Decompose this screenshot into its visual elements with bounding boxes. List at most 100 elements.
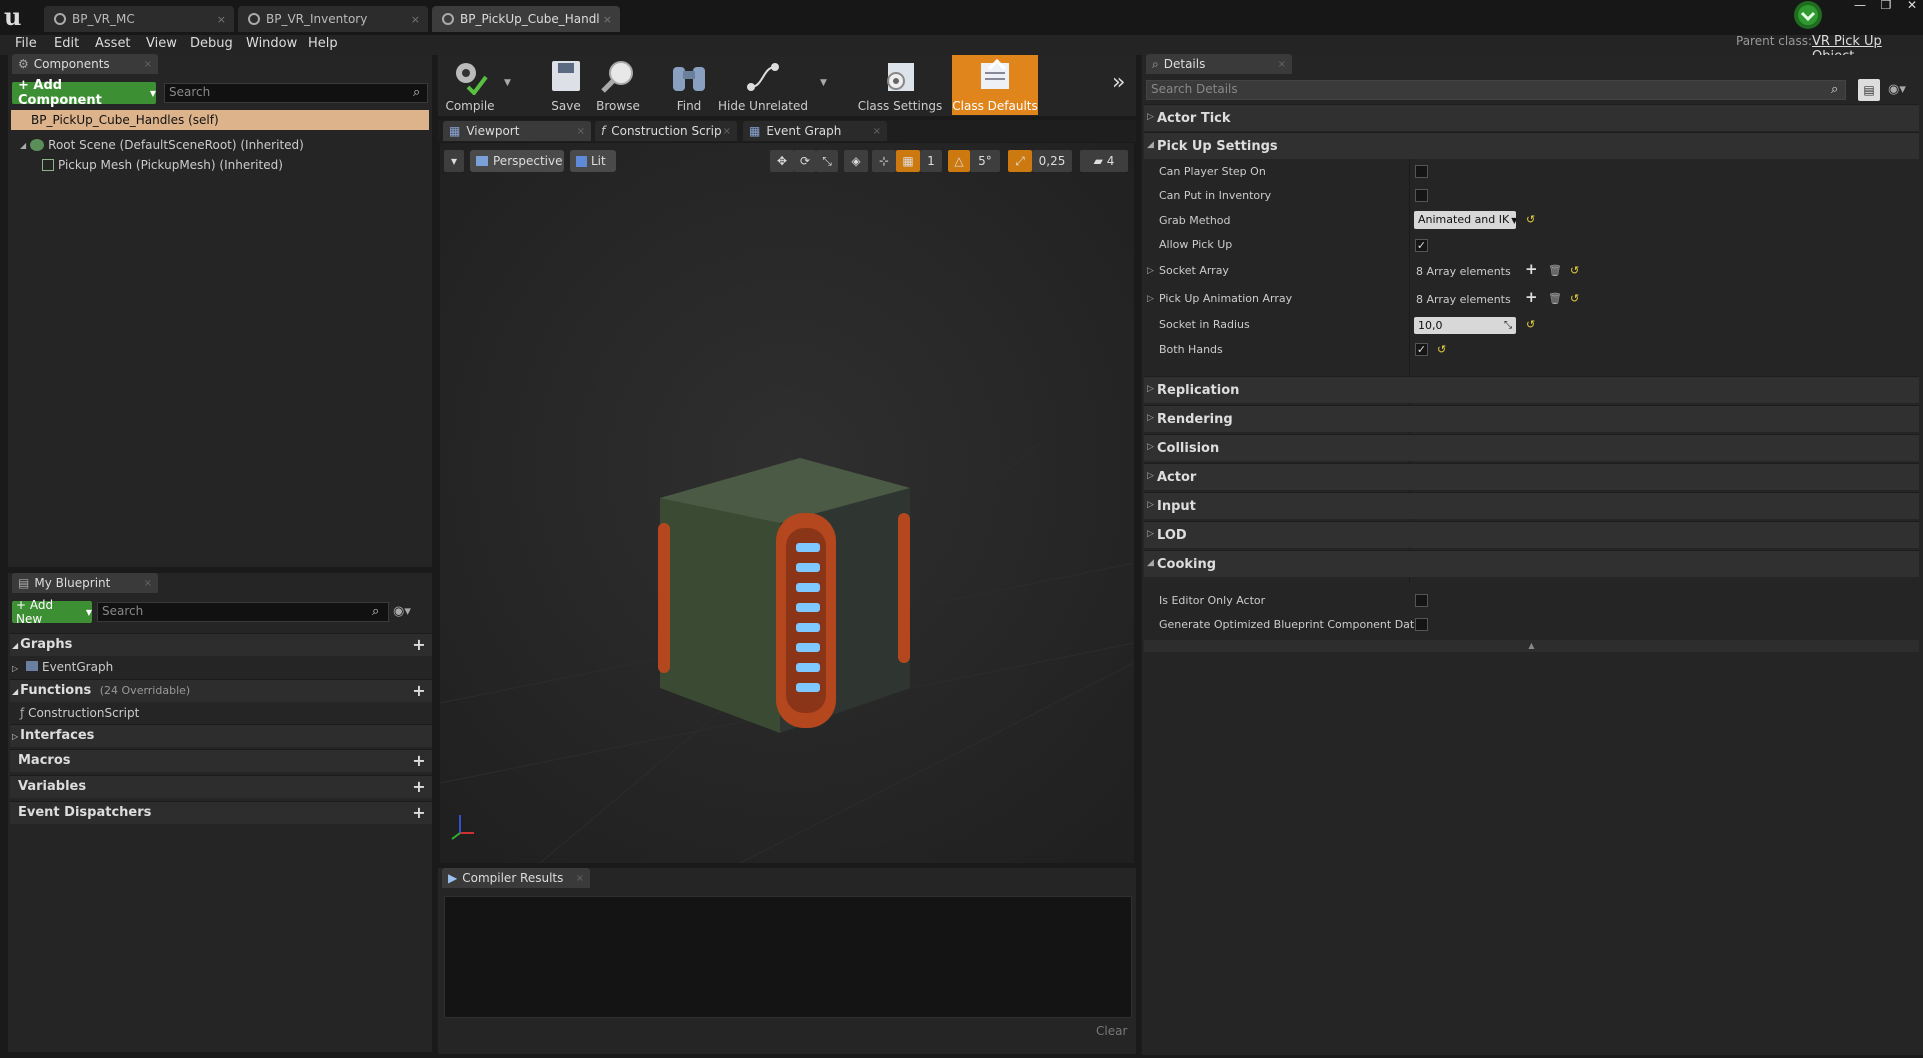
hide-unrelated-dropdown-icon[interactable]: ▼ bbox=[820, 78, 827, 88]
minimize-icon[interactable]: — bbox=[1849, 0, 1871, 12]
rotation-snap-value[interactable]: 5° bbox=[970, 150, 1000, 172]
reset-to-default-icon[interactable]: ↺ bbox=[1526, 213, 1535, 226]
add-new-button[interactable]: + Add New ▼ bbox=[12, 598, 92, 626]
component-self-item[interactable]: BP_PickUp_Cube_Handles (self) bbox=[11, 110, 429, 130]
section-event-dispatchers[interactable]: Event Dispatchers + bbox=[10, 801, 432, 824]
close-icon[interactable]: × bbox=[873, 126, 881, 137]
add-element-icon[interactable]: + bbox=[1525, 288, 1538, 306]
reset-to-default-icon[interactable]: ↺ bbox=[1570, 264, 1579, 277]
compile-button[interactable]: Compile bbox=[440, 55, 500, 115]
component-tree-item[interactable]: ◢ Root Scene (DefaultSceneRoot) (Inherit… bbox=[20, 136, 304, 154]
both-hands-checkbox[interactable]: ✓ bbox=[1415, 343, 1428, 356]
socket-in-radius-input[interactable]: 10,0 ⤡ bbox=[1414, 317, 1516, 334]
section-graphs[interactable]: ◢ Graphs + bbox=[10, 633, 432, 656]
expand-arrow-icon[interactable]: ◢ bbox=[20, 141, 26, 150]
view-options-eye-icon[interactable]: ◉▾ bbox=[393, 604, 411, 619]
menu-window[interactable]: Window bbox=[246, 34, 297, 54]
document-tab-bp-vr-inventory[interactable]: BP_VR_Inventory × bbox=[238, 6, 428, 32]
menu-asset[interactable]: Asset bbox=[95, 34, 131, 54]
category-lod[interactable]: ▷ LOD bbox=[1144, 521, 1919, 548]
add-element-icon[interactable]: + bbox=[1525, 260, 1538, 278]
camera-speed-button[interactable]: ▰ 4 bbox=[1080, 150, 1128, 172]
reset-to-default-icon[interactable]: ↺ bbox=[1437, 343, 1446, 356]
viewport[interactable] bbox=[440, 143, 1134, 863]
close-window-icon[interactable]: ✕ bbox=[1901, 0, 1923, 12]
can-put-in-inventory-checkbox[interactable] bbox=[1415, 189, 1428, 202]
menu-view[interactable]: View bbox=[146, 34, 177, 54]
grid-snap-icon[interactable]: ▦ bbox=[896, 150, 920, 172]
list-item-construction-script[interactable]: ƒ ConstructionScript bbox=[10, 702, 432, 724]
reset-to-default-icon[interactable]: ↺ bbox=[1526, 318, 1535, 331]
close-icon[interactable]: × bbox=[144, 59, 152, 70]
clear-button[interactable]: Clear bbox=[1096, 1024, 1127, 1038]
close-icon[interactable]: × bbox=[1278, 59, 1286, 70]
translate-icon[interactable]: ✥ bbox=[770, 150, 794, 172]
tab-compiler-results[interactable]: ▶ Compiler Results × bbox=[442, 868, 590, 888]
world-local-icon[interactable]: ◈ bbox=[844, 150, 868, 172]
reset-to-default-icon[interactable]: ↺ bbox=[1570, 292, 1579, 305]
grid-snap-value[interactable]: 1 bbox=[920, 150, 942, 172]
my-blueprint-search-input[interactable]: Search bbox=[97, 602, 389, 622]
can-player-step-on-checkbox[interactable] bbox=[1415, 165, 1428, 178]
tab-my-blueprint[interactable]: ▤ My Blueprint × bbox=[12, 573, 158, 593]
section-interfaces[interactable]: ▷ Interfaces bbox=[10, 724, 432, 747]
add-function-icon[interactable]: + bbox=[412, 683, 426, 699]
add-macro-icon[interactable]: + bbox=[412, 753, 426, 769]
close-icon[interactable]: × bbox=[576, 873, 584, 884]
menu-file[interactable]: File bbox=[15, 34, 37, 54]
document-tab-bp-vr-mc[interactable]: BP_VR_MC × bbox=[44, 6, 234, 32]
surface-snap-icon[interactable]: ⊹ bbox=[872, 150, 896, 172]
close-icon[interactable]: × bbox=[411, 13, 420, 26]
collapse-advanced-toggle[interactable]: ▲ bbox=[1144, 640, 1919, 652]
menu-debug[interactable]: Debug bbox=[190, 34, 233, 54]
tab-viewport[interactable]: ▦ Viewport × bbox=[443, 121, 591, 141]
toolbar-overflow-chevron-icon[interactable]: » bbox=[1112, 70, 1125, 95]
close-icon[interactable]: × bbox=[144, 578, 152, 589]
hide-unrelated-button[interactable]: Hide Unrelated bbox=[718, 55, 808, 115]
add-graph-icon[interactable]: + bbox=[412, 637, 426, 653]
expand-arrow-icon[interactable]: ▷ bbox=[1147, 294, 1154, 304]
maximize-icon[interactable]: ❐ bbox=[1875, 0, 1897, 12]
add-component-button[interactable]: + Add Component ▼ bbox=[12, 78, 156, 108]
lit-button[interactable]: Lit bbox=[570, 150, 616, 172]
category-replication[interactable]: ▷ Replication bbox=[1144, 376, 1919, 403]
scale-snap-value[interactable]: 0,25 bbox=[1032, 150, 1072, 172]
trash-icon[interactable]: 🗑 bbox=[1548, 264, 1562, 277]
find-button[interactable]: Find bbox=[664, 55, 714, 115]
details-search-input[interactable]: Search Details bbox=[1146, 80, 1846, 100]
expand-arrow-icon[interactable]: ▷ bbox=[1147, 266, 1154, 276]
components-search-input[interactable]: Search bbox=[164, 83, 428, 103]
category-pickup-settings[interactable]: ◢ Pick Up Settings bbox=[1144, 132, 1919, 159]
scale-snap-icon[interactable]: ⤢ bbox=[1008, 150, 1032, 172]
category-collision[interactable]: ▷ Collision bbox=[1144, 434, 1919, 461]
add-event-dispatcher-icon[interactable]: + bbox=[412, 805, 426, 821]
compile-options-dropdown-icon[interactable]: ▼ bbox=[504, 78, 511, 88]
grab-method-dropdown[interactable]: Animated and IK ▼ bbox=[1414, 211, 1516, 229]
source-control-badge-icon[interactable] bbox=[1786, 0, 1830, 32]
section-macros[interactable]: Macros + bbox=[10, 749, 432, 772]
view-options-eye-icon[interactable]: ◉▾ bbox=[1888, 82, 1906, 97]
is-editor-only-actor-checkbox[interactable] bbox=[1415, 594, 1428, 607]
tab-construction-script[interactable]: f Construction Scrip × bbox=[595, 121, 737, 141]
section-functions[interactable]: ◢ Functions (24 Overridable) + bbox=[10, 679, 432, 702]
tab-event-graph[interactable]: ▦ Event Graph × bbox=[743, 121, 887, 141]
property-matrix-icon[interactable]: ▤ bbox=[1858, 79, 1880, 101]
category-actor-tick[interactable]: ▷ Actor Tick bbox=[1144, 104, 1919, 131]
section-variables[interactable]: Variables + bbox=[10, 775, 432, 798]
trash-icon[interactable]: 🗑 bbox=[1548, 292, 1562, 305]
close-icon[interactable]: × bbox=[217, 13, 226, 26]
drag-value-icon[interactable]: ⤡ bbox=[1504, 317, 1512, 334]
category-cooking[interactable]: ◢ Cooking bbox=[1144, 550, 1919, 577]
browse-button[interactable]: Browse bbox=[592, 55, 644, 115]
scale-icon[interactable]: ⤡ bbox=[816, 150, 838, 172]
generate-optimized-checkbox[interactable] bbox=[1415, 618, 1428, 631]
expand-arrow-icon[interactable]: ▷ bbox=[12, 664, 18, 673]
perspective-button[interactable]: Perspective bbox=[470, 150, 564, 172]
class-defaults-button[interactable]: Class Defaults bbox=[952, 55, 1038, 115]
category-input[interactable]: ▷ Input bbox=[1144, 492, 1919, 519]
list-item-eventgraph[interactable]: ▷ EventGraph bbox=[10, 656, 432, 678]
viewport-options-dropdown[interactable]: ▾ bbox=[444, 150, 464, 172]
menu-help[interactable]: Help bbox=[308, 34, 338, 54]
save-button[interactable]: Save bbox=[540, 55, 592, 115]
close-icon[interactable]: × bbox=[603, 13, 612, 26]
